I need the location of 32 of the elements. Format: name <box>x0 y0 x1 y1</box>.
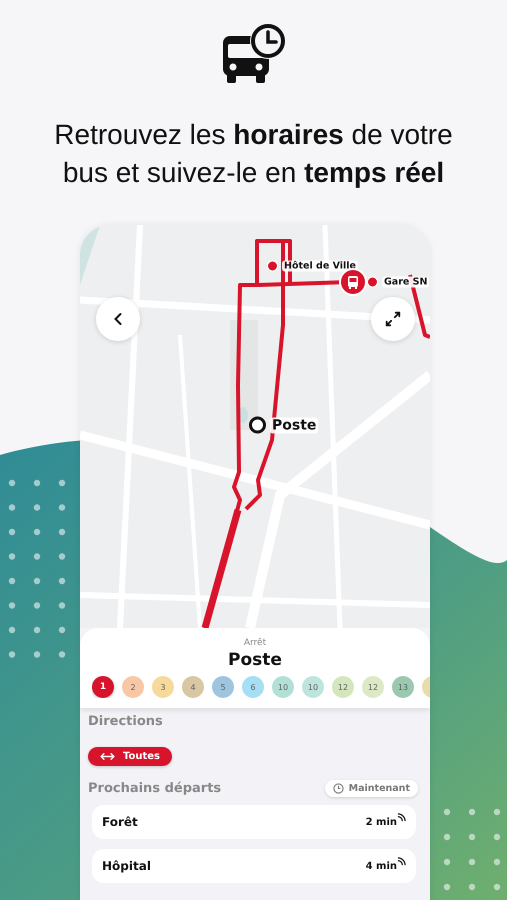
direction-chip[interactable]: Toutes <box>88 747 172 766</box>
line-badge[interactable]: 6 <box>242 676 264 698</box>
stop-caption: Arrêt <box>244 638 266 648</box>
line-badge[interactable]: 12 <box>332 676 354 698</box>
line-badge[interactable]: 1 <box>92 676 114 698</box>
time-button[interactable]: Maintenant <box>324 780 418 797</box>
chevron-left-icon <box>113 312 123 326</box>
line-badge[interactable]: 13 <box>392 676 414 698</box>
line-badge[interactable]: 2 <box>122 676 144 698</box>
eta: 2 min <box>366 816 397 828</box>
line-badge[interactable]: 10 <box>302 676 324 698</box>
departure-row[interactable]: Forêt 2 min <box>92 805 416 839</box>
bus-clock-icon <box>220 22 286 86</box>
eta: 4 min <box>366 860 397 872</box>
headline: Retrouvez les horaires de votre bus et suivez-le en temps réel <box>54 118 453 190</box>
stop-name: Poste <box>228 650 282 670</box>
line-badge[interactable]: 5 <box>212 676 234 698</box>
departure-row[interactable]: Hôpital 4 min <box>92 849 416 883</box>
expand-icon <box>384 310 402 328</box>
clock-icon <box>332 783 344 794</box>
line-badge[interactable]: 3 <box>152 676 174 698</box>
section-title: Prochains départs <box>88 781 222 796</box>
stop-label[interactable]: Gare SN <box>382 276 430 288</box>
line-badge[interactable]: 4 <box>182 676 204 698</box>
destination: Hôpital <box>102 859 151 873</box>
line-badge[interactable]: 10 <box>272 676 294 698</box>
two-way-arrow-icon <box>100 752 115 761</box>
stop-label[interactable]: Poste <box>270 417 318 433</box>
line-badge[interactable]: 12 <box>362 676 384 698</box>
destination: Forêt <box>102 815 138 829</box>
stop-label[interactable]: Hôtel de Ville <box>282 260 358 272</box>
section-title: Directions <box>88 714 164 729</box>
